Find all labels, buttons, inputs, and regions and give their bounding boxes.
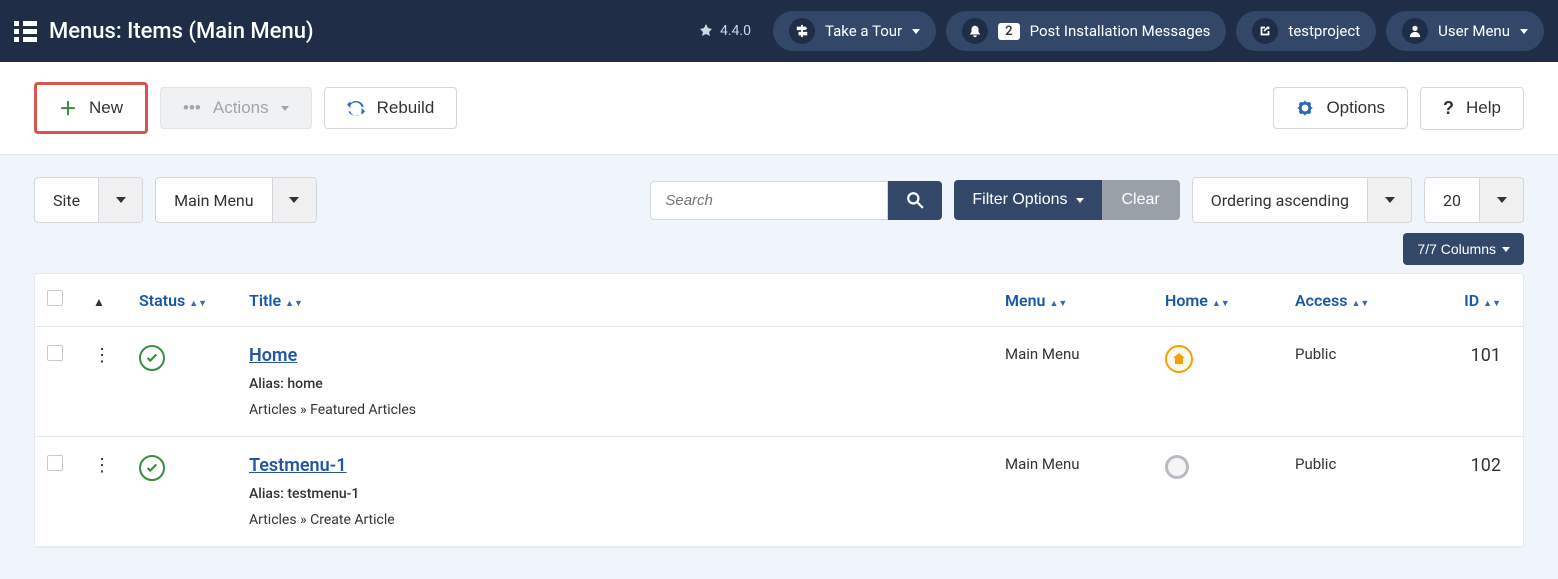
user-icon <box>1402 18 1428 44</box>
external-link-icon <box>1252 18 1278 44</box>
chevron-down-icon <box>1497 197 1507 203</box>
filter-options-button[interactable]: Filter Options <box>954 180 1101 220</box>
home-default-icon[interactable] <box>1165 345 1193 373</box>
sidebar-toggle-icon[interactable] <box>14 21 37 42</box>
bell-icon <box>962 18 988 44</box>
search-icon <box>906 191 924 209</box>
status-published-icon[interactable] <box>139 345 165 371</box>
new-button[interactable]: ＋ New <box>34 82 148 134</box>
menu-header[interactable]: Menu▲▼ <box>993 274 1153 327</box>
status-published-icon[interactable] <box>139 455 165 481</box>
post-install-messages-button[interactable]: 2 Post Installation Messages <box>946 11 1226 51</box>
search-button[interactable] <box>888 181 942 220</box>
item-alias: Alias: home <box>249 376 981 392</box>
chevron-down-icon <box>1520 29 1528 34</box>
page-title: Menus: Items (Main Menu) <box>49 19 314 44</box>
chevron-down-icon <box>116 197 126 203</box>
item-menu: Main Menu <box>993 327 1153 437</box>
ellipsis-icon: ••• <box>183 98 201 118</box>
question-icon: ? <box>1443 98 1454 119</box>
chevron-down-icon <box>912 29 920 34</box>
help-button[interactable]: ? Help <box>1420 87 1524 130</box>
ordering-select[interactable]: Ordering ascending <box>1192 177 1412 223</box>
select-all-checkbox[interactable] <box>47 290 63 306</box>
chevron-down-icon <box>281 106 289 111</box>
item-path: Articles » Featured Articles <box>249 402 981 418</box>
item-title-link[interactable]: Home <box>249 345 297 366</box>
chevron-down-icon <box>1076 198 1084 203</box>
actions-button[interactable]: ••• Actions <box>160 87 312 129</box>
menu-select[interactable]: Main Menu <box>155 177 316 223</box>
refresh-icon <box>347 99 365 117</box>
frontend-link[interactable]: testproject <box>1236 11 1376 51</box>
search-input[interactable] <box>650 181 888 220</box>
options-button[interactable]: Options <box>1273 87 1408 129</box>
rebuild-button[interactable]: Rebuild <box>324 87 458 129</box>
status-header[interactable]: Status▲▼ <box>127 274 237 327</box>
limit-select[interactable]: 20 <box>1424 177 1524 223</box>
chevron-down-icon <box>289 197 299 203</box>
clear-button[interactable]: Clear <box>1102 180 1180 220</box>
user-menu-button[interactable]: User Menu <box>1386 11 1544 51</box>
ordering-column[interactable]: ▲ <box>93 295 105 309</box>
item-access: Public <box>1283 327 1433 437</box>
take-tour-button[interactable]: Take a Tour <box>773 11 936 51</box>
title-header[interactable]: Title▲▼ <box>237 274 993 327</box>
row-actions-menu[interactable]: ⋮ <box>93 455 111 476</box>
item-alias: Alias: testmenu-1 <box>249 486 981 502</box>
item-menu: Main Menu <box>993 437 1153 547</box>
item-id: 101 <box>1433 327 1523 437</box>
row-checkbox[interactable] <box>47 455 63 471</box>
table-row: ⋮ Testmenu-1 Alias: testmenu-1 Articles » C… <box>35 437 1523 547</box>
id-header[interactable]: ID▲▼ <box>1433 274 1523 327</box>
joomla-version: 4.4.0 <box>698 23 751 39</box>
item-path: Articles » Create Article <box>249 512 981 528</box>
caret-down-icon <box>1502 247 1510 252</box>
map-signs-icon <box>789 18 815 44</box>
row-checkbox[interactable] <box>47 345 63 361</box>
chevron-down-icon <box>1385 197 1395 203</box>
client-select[interactable]: Site <box>34 177 143 223</box>
cog-icon <box>1296 99 1314 117</box>
table-row: ⋮ Home Alias: home Articles » Featured Arti… <box>35 327 1523 437</box>
item-id: 102 <box>1433 437 1523 547</box>
item-access: Public <box>1283 437 1433 547</box>
access-header[interactable]: Access▲▼ <box>1283 274 1433 327</box>
notification-badge: 2 <box>998 23 1019 40</box>
joomla-icon <box>698 23 714 39</box>
home-toggle[interactable] <box>1165 455 1189 479</box>
plus-icon: ＋ <box>59 95 77 121</box>
item-title-link[interactable]: Testmenu-1 <box>249 455 347 476</box>
home-header[interactable]: Home▲▼ <box>1153 274 1283 327</box>
columns-button[interactable]: 7/7 Columns <box>1403 233 1524 265</box>
row-actions-menu[interactable]: ⋮ <box>93 345 111 366</box>
